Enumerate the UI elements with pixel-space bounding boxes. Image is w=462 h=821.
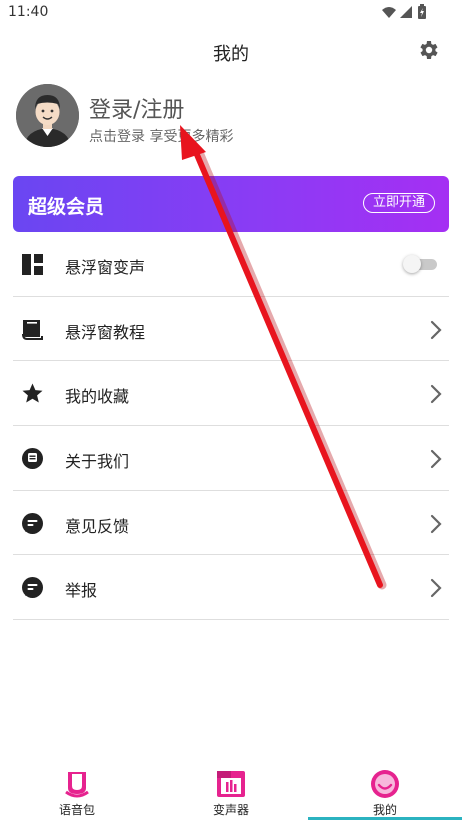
wifi-icon bbox=[382, 7, 396, 18]
menu-item-favorites[interactable]: 我的收藏 bbox=[13, 361, 449, 427]
menu-item-label: 悬浮窗教程 bbox=[65, 322, 146, 342]
status-icons bbox=[380, 4, 432, 20]
chevron-right-icon bbox=[430, 579, 442, 598]
floating-voice-toggle[interactable] bbox=[403, 255, 437, 273]
battery-icon bbox=[418, 4, 426, 19]
menu-item-label: 关于我们 bbox=[65, 452, 130, 472]
menu-item-label: 举报 bbox=[65, 581, 98, 601]
login-profile[interactable]: 登录/注册 点击登录 享受更多精彩 bbox=[0, 80, 462, 160]
tab-voice-changer[interactable]: 变声器 bbox=[154, 760, 308, 821]
tab-label: 语音包 bbox=[58, 803, 95, 817]
feedback-icon bbox=[22, 512, 43, 534]
tab-voice-pack[interactable]: 语音包 bbox=[0, 760, 154, 821]
header: 我的 bbox=[0, 26, 462, 76]
menu-item-floating-voice[interactable]: 悬浮窗变声 bbox=[13, 232, 449, 297]
gear-icon bbox=[420, 41, 438, 59]
profile-face-icon bbox=[371, 770, 399, 798]
star-icon bbox=[22, 383, 43, 403]
menu-item-report[interactable]: 举报 bbox=[13, 555, 449, 621]
avatar-icon bbox=[16, 84, 79, 147]
chevron-right-icon bbox=[430, 514, 442, 533]
chevron-right-icon bbox=[430, 449, 442, 469]
voice-pack-icon bbox=[65, 772, 89, 798]
vip-banner[interactable]: 超级会员 立即开通 bbox=[13, 176, 449, 232]
settings-menu: 悬浮窗变声 悬浮窗教程 我的收藏 关于我们 意见反馈 举报 bbox=[13, 232, 449, 621]
vip-title: 超级会员 bbox=[28, 196, 105, 218]
signal-icon bbox=[400, 6, 412, 18]
grid-icon bbox=[22, 254, 43, 275]
status-bar: 11:40 bbox=[0, 0, 462, 26]
menu-item-label: 我的收藏 bbox=[65, 387, 130, 407]
menu-item-floating-tutorial[interactable]: 悬浮窗教程 bbox=[13, 297, 449, 362]
login-register-link[interactable]: 登录/注册 bbox=[89, 92, 184, 124]
vip-activate-button[interactable]: 立即开通 bbox=[362, 193, 435, 213]
login-subtitle: 点击登录 享受更多精彩 bbox=[89, 129, 234, 145]
menu-item-label: 悬浮窗变声 bbox=[65, 258, 146, 277]
book-icon bbox=[22, 319, 43, 340]
menu-item-label: 意见反馈 bbox=[65, 516, 130, 536]
active-tab-indicator bbox=[308, 817, 462, 820]
bottom-nav: 语音包 变声器 我的 bbox=[0, 760, 462, 821]
chevron-right-icon bbox=[430, 385, 442, 404]
report-icon bbox=[22, 577, 43, 599]
info-icon bbox=[22, 448, 43, 470]
chevron-right-icon bbox=[430, 320, 442, 339]
tab-label: 变声器 bbox=[212, 803, 249, 817]
menu-item-about-us[interactable]: 关于我们 bbox=[13, 426, 449, 491]
settings-button[interactable] bbox=[416, 38, 440, 62]
voice-changer-icon bbox=[217, 771, 245, 797]
menu-item-feedback[interactable]: 意见反馈 bbox=[13, 491, 449, 556]
tab-mine[interactable]: 我的 bbox=[308, 760, 462, 821]
page-title: 我的 bbox=[213, 44, 249, 65]
avatar[interactable] bbox=[16, 84, 79, 147]
tab-label: 我的 bbox=[372, 803, 397, 817]
toggle-knob bbox=[403, 255, 421, 273]
status-time: 11:40 bbox=[8, 4, 49, 20]
